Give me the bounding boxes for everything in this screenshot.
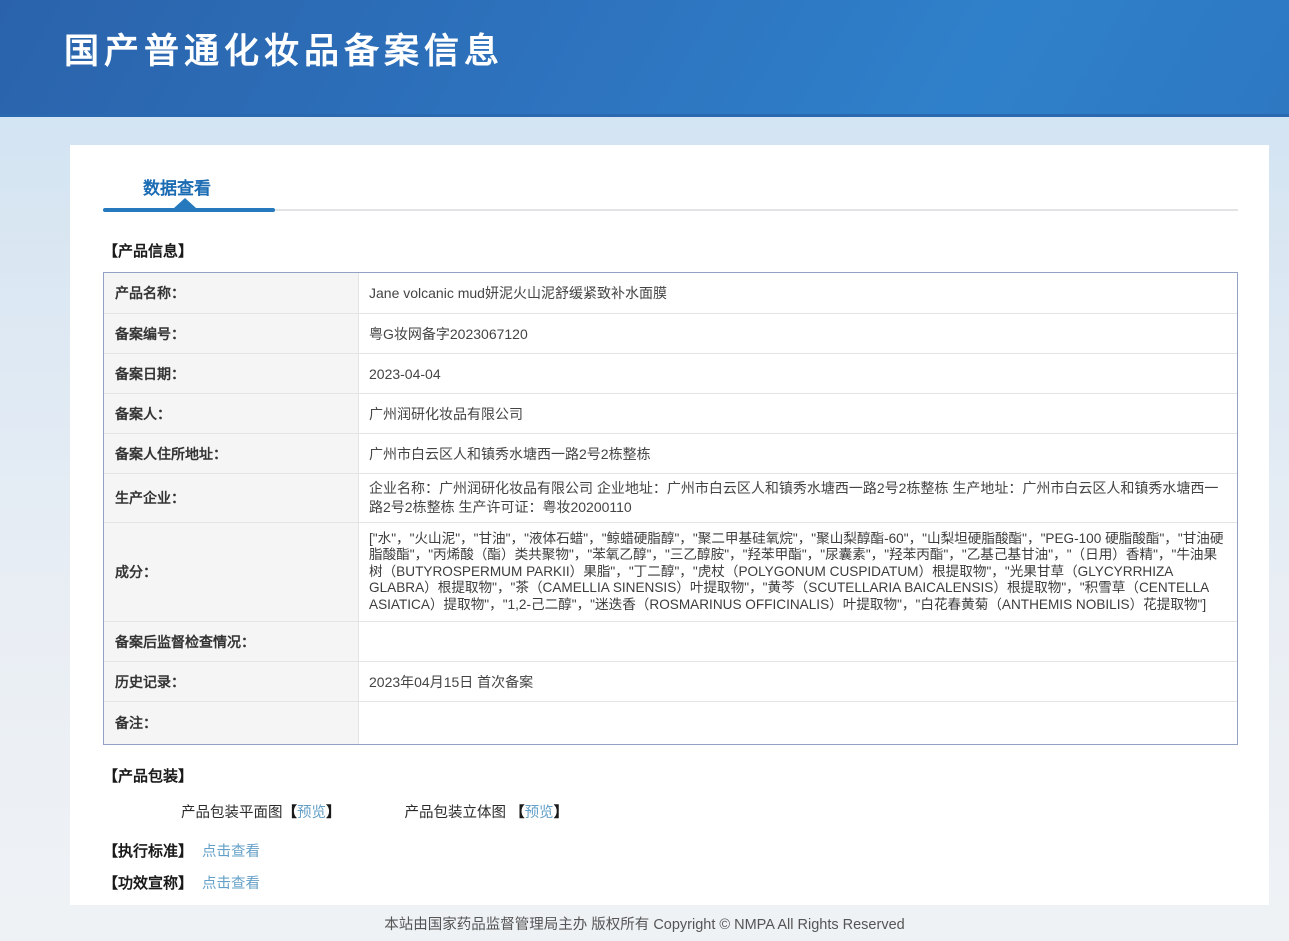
page-footer: 本站由国家药品监督管理局主办 版权所有 Copyright © NMPA All… [0,905,1289,941]
packaging-flat-item: 产品包装平面图【预览】 [181,801,341,822]
page-header: 国产普通化妆品备案信息 [0,0,1289,117]
row-value-registration-number: 粤G妆网备字2023067120 [359,314,1237,353]
page-title: 国产普通化妆品备案信息 [0,0,1289,74]
section-title-packaging: 【产品包装】 [103,765,1238,786]
packaging-stereo-preview-link[interactable]: 预览 [525,805,554,821]
table-row: 备案人： 广州润研化妆品有限公司 [104,393,1237,433]
row-label-registrant-address: 备案人住所地址： [104,434,359,473]
content-card: 数据查看 【产品信息】 产品名称： Jane volcanic mud妍泥火山泥… [70,145,1269,905]
tab-bar: 数据查看 [103,145,1238,213]
execution-standard-row: 【执行标准】点击查看 [103,840,1238,861]
table-row: 成分： ["水"，"火山泥"，"甘油"，"液体石蜡"，"鲸蜡硬脂醇"，"聚二甲基… [104,522,1237,621]
execution-standard-view-link[interactable]: 点击查看 [202,844,260,860]
efficacy-claim-label: 【功效宣称】 [103,875,193,892]
table-row: 备注： [104,701,1237,744]
row-value-ingredients: ["水"，"火山泥"，"甘油"，"液体石蜡"，"鲸蜡硬脂醇"，"聚二甲基硅氧烷"… [359,523,1237,621]
row-label-registrant: 备案人： [104,394,359,433]
table-row: 备案编号： 粤G妆网备字2023067120 [104,313,1237,353]
row-label-history: 历史记录： [104,662,359,701]
bracket-close: 】 [326,805,341,821]
packaging-stereo-item: 产品包装立体图 【预览】 [405,801,569,822]
row-value-history: 2023年04月15日 首次备案 [359,662,1237,701]
row-label-ingredients: 成分： [104,523,359,621]
packaging-flat-preview-link[interactable]: 预览 [297,805,326,821]
row-value-product-name: Jane volcanic mud妍泥火山泥舒缓紧致补水面膜 [359,273,1237,313]
tab-data-view[interactable]: 数据查看 [143,174,211,199]
table-row: 产品名称： Jane volcanic mud妍泥火山泥舒缓紧致补水面膜 [104,273,1237,313]
table-row: 备案人住所地址： 广州市白云区人和镇秀水塘西一路2号2栋整栋 [104,433,1237,473]
row-value-registrant: 广州润研化妆品有限公司 [359,394,1237,433]
row-value-registrant-address: 广州市白云区人和镇秀水塘西一路2号2栋整栋 [359,434,1237,473]
copyright-text: 本站由国家药品监督管理局主办 版权所有 Copyright © NMPA All… [384,913,904,934]
efficacy-claim-row: 【功效宣称】点击查看 [103,872,1238,893]
table-row: 备案日期： 2023-04-04 [104,353,1237,393]
packaging-stereo-label: 产品包装立体图 [405,805,511,821]
row-label-product-name: 产品名称： [104,273,359,313]
table-row: 备案后监督检查情况： [104,621,1237,661]
tab-caret-icon [174,198,196,208]
bracket-open: 【 [283,805,298,821]
efficacy-claim-view-link[interactable]: 点击查看 [202,876,260,892]
row-value-manufacturer: 企业名称：广州润研化妆品有限公司 企业地址：广州市白云区人和镇秀水塘西一路2号2… [359,474,1237,522]
packaging-links-row: 产品包装平面图【预览】 产品包装立体图 【预览】 [181,801,1238,822]
row-label-remarks: 备注： [104,702,359,744]
row-value-registration-date: 2023-04-04 [359,354,1237,393]
table-row: 生产企业： 企业名称：广州润研化妆品有限公司 企业地址：广州市白云区人和镇秀水塘… [104,473,1237,522]
row-label-manufacturer: 生产企业： [104,474,359,522]
row-label-registration-date: 备案日期： [104,354,359,393]
row-label-registration-number: 备案编号： [104,314,359,353]
bracket-close: 】 [554,805,569,821]
table-row: 历史记录： 2023年04月15日 首次备案 [104,661,1237,701]
packaging-flat-label: 产品包装平面图 [181,805,283,821]
row-value-remarks [359,702,1237,744]
tab-active-underline [103,208,275,212]
row-value-supervision [359,622,1237,661]
product-info-table: 产品名称： Jane volcanic mud妍泥火山泥舒缓紧致补水面膜 备案编… [103,272,1238,745]
execution-standard-label: 【执行标准】 [103,843,193,860]
bracket-open: 【 [510,805,525,821]
row-label-supervision: 备案后监督检查情况： [104,622,359,661]
section-title-product-info: 【产品信息】 [103,240,1238,261]
